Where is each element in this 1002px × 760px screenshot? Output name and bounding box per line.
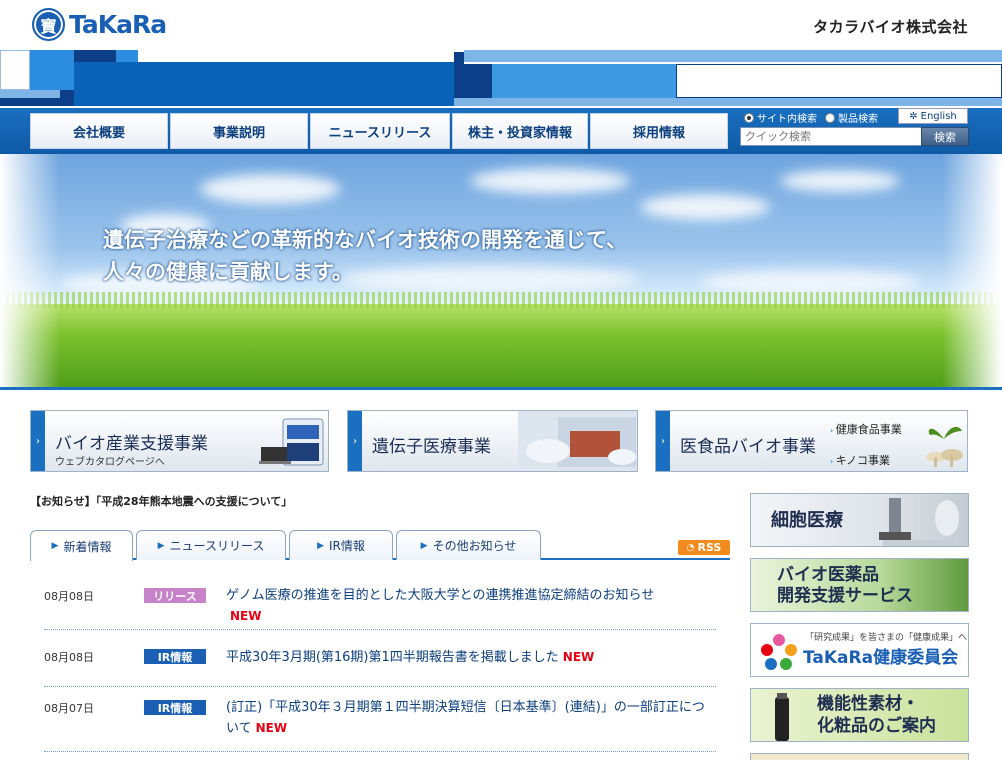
nav-item-recruit[interactable]: 採用情報 xyxy=(590,113,728,149)
takara-seal-icon: 寶 xyxy=(32,8,65,41)
link-health-food[interactable]: › 健康食品事業 xyxy=(830,421,902,437)
chevron-right-icon: ▶ xyxy=(51,541,59,551)
news-title-link[interactable]: 平成30年3月期(第16期)第1四半期報告書を掲載しました NEW xyxy=(226,647,716,668)
news-title-link[interactable]: (訂正)「平成30年３月期第１四半期決算短信〔日本基準〕(連結)」の一部訂正につ… xyxy=(226,698,716,739)
rss-label: RSS xyxy=(697,541,722,554)
link-health-food-label: 健康食品事業 xyxy=(835,423,902,436)
biz-food-bio-title: 医食品バイオ事業 xyxy=(680,437,816,457)
materials-line-1: 機能性素材・ xyxy=(817,694,919,714)
cell-therapy-banner[interactable]: 細胞医療 xyxy=(750,493,969,547)
new-badge: NEW xyxy=(255,721,288,735)
lab-gloves-icon xyxy=(518,411,637,471)
news-tabs: ▶ 新着情報 ▶ ニュースリリース ▶ IR情報 ▶ その他お知らせ xyxy=(30,530,730,561)
nav-item-news[interactable]: ニュースリリース xyxy=(310,113,450,149)
news-title: 平成30年3月期(第16期)第1四半期報告書を掲載しました xyxy=(226,650,559,665)
tab-ir-info[interactable]: ▶ IR情報 xyxy=(289,530,393,560)
flower-logo-icon xyxy=(761,634,797,670)
news-title: (訂正)「平成30年３月期第１四半期決算短信〔日本基準〕(連結)」の一部訂正につ… xyxy=(226,700,705,736)
chevron-right-icon: › xyxy=(31,411,45,471)
cosmetic-bottle-icon xyxy=(775,693,789,741)
nav-item-company[interactable]: 会社概要 xyxy=(30,113,168,149)
radio-site-label: サイト内検索 xyxy=(757,114,817,125)
tab-ir-info-label: IR情報 xyxy=(329,539,365,553)
hero-line-1: 遺伝子治療などの革新的なバイオ技術の開発を通じて、 xyxy=(103,228,627,252)
tab-news-release[interactable]: ▶ ニュースリリース xyxy=(136,530,286,560)
biopharma-support-banner[interactable]: バイオ医薬品 開発支援サービス xyxy=(750,558,969,612)
news-row[interactable]: 08月08日 IR情報 平成30年3月期(第16期)第1四半期報告書を掲載しまし… xyxy=(44,649,716,687)
grass-field xyxy=(0,292,1002,390)
quick-search-input[interactable] xyxy=(740,127,922,146)
biopharma-line-2: 開発支援サービス xyxy=(777,586,913,606)
hero-line-2: 人々の健康に貢献します。 xyxy=(103,260,353,284)
news-date: 08月07日 xyxy=(44,702,94,715)
news-row[interactable]: 08月07日 IR情報 (訂正)「平成30年３月期第１四半期決算短信〔日本基準〕… xyxy=(44,700,716,752)
notice-link[interactable]: 【お知らせ】「平成28年熊本地震への支援について」 xyxy=(30,493,292,509)
header-mosaic-decoration xyxy=(0,50,1002,108)
tab-news-release-label: ニュースリリース xyxy=(169,539,265,553)
news-row[interactable]: 08月08日 リリース ゲノム医療の推進を目的とした大阪大学との連携推進協定締結… xyxy=(44,588,716,630)
chevron-right-icon: ▶ xyxy=(157,540,165,551)
radio-site-search[interactable] xyxy=(744,112,754,123)
chevron-right-icon: ▶ xyxy=(420,540,428,551)
biz-food-bio-banner[interactable]: › 医食品バイオ事業 › 健康食品事業 › キノコ事業 xyxy=(655,410,968,472)
news-category-badge: IR情報 xyxy=(144,700,206,715)
radio-product-label: 製品検索 xyxy=(838,114,878,125)
tab-new-info-label: 新着情報 xyxy=(63,539,112,554)
radio-product-search[interactable] xyxy=(825,112,835,123)
company-name: タカラバイオ株式会社 xyxy=(813,18,968,36)
news-title: ゲノム医療の推進を目的とした大阪大学との連携推進協定締結のお知らせ xyxy=(226,588,655,603)
takara-health-committee-banner[interactable]: 「研究成果」を皆さまの「健康成果」へ TaKaRa健康委員会 xyxy=(750,623,969,677)
committee-caption: 「研究成果」を皆さまの「健康成果」へ xyxy=(805,633,968,643)
nav-item-business[interactable]: 事業説明 xyxy=(170,113,308,149)
chevron-right-icon: › xyxy=(656,411,670,471)
partial-banner[interactable] xyxy=(750,753,969,760)
news-title-link[interactable]: ゲノム医療の推進を目的とした大阪大学との連携推進協定締結のお知らせ NEW xyxy=(226,586,716,627)
plant-mushroom-icon xyxy=(922,413,966,469)
link-mushroom[interactable]: › キノコ事業 xyxy=(830,452,890,468)
nav-menu: 会社概要 事業説明 ニュースリリース 株主・投資家情報 採用情報 xyxy=(30,113,730,149)
biz-bio-industry-banner[interactable]: › バイオ産業支援事業 ウェブカタログページへ xyxy=(30,410,329,472)
biz-gene-medicine-banner[interactable]: › 遺伝子医療事業 xyxy=(347,410,638,472)
link-mushroom-label: キノコ事業 xyxy=(835,454,890,467)
takara-logo[interactable]: 寶 TaKaRa xyxy=(32,8,167,41)
english-link[interactable]: ✲ English xyxy=(898,108,968,124)
hero-banner: 遺伝子治療などの革新的なバイオ技術の開発を通じて、 人々の健康に貢献します。 xyxy=(0,154,1002,390)
search-area: サイト内検索 製品検索 ✲English 検索 xyxy=(738,108,970,154)
chevron-right-icon: › xyxy=(348,411,362,471)
biz-bio-industry-title: バイオ産業支援事業 xyxy=(55,434,208,454)
biz-gene-medicine-title: 遺伝子医療事業 xyxy=(372,437,491,457)
search-button[interactable]: 検索 xyxy=(921,127,969,146)
committee-title: TaKaRa健康委員会 xyxy=(803,648,959,668)
english-label: English xyxy=(920,110,957,122)
chevron-right-icon: ▶ xyxy=(317,540,325,551)
tab-other-notices[interactable]: ▶ その他お知らせ xyxy=(396,530,541,560)
tab-other-notices-label: その他お知らせ xyxy=(432,539,517,553)
search-type-radios: サイト内検索 製品検索 xyxy=(744,110,886,125)
materials-line-2: 化粧品のご案内 xyxy=(817,716,936,736)
thermal-cycler-icon xyxy=(259,417,325,469)
news-category-badge: リリース xyxy=(144,588,206,603)
news-date: 08月08日 xyxy=(44,590,94,603)
gear-icon: ✲ xyxy=(909,110,918,122)
new-badge: NEW xyxy=(230,609,262,623)
microscope-icon xyxy=(879,498,959,546)
cell-therapy-title: 細胞医療 xyxy=(771,510,843,531)
biz-bio-industry-sub: ウェブカタログページへ xyxy=(55,457,165,468)
logo-wordmark: TaKaRa xyxy=(69,10,167,39)
hero-tagline: 遺伝子治療などの革新的なバイオ技術の開発を通じて、 人々の健康に貢献します。 xyxy=(103,224,627,288)
news-category-badge: IR情報 xyxy=(144,649,206,664)
nav-item-investors[interactable]: 株主・投資家情報 xyxy=(452,113,588,149)
rss-button[interactable]: ◔ RSS xyxy=(678,540,730,555)
news-date: 08月08日 xyxy=(44,651,94,664)
global-nav: 会社概要 事業説明 ニュースリリース 株主・投資家情報 採用情報 サイト内検索 … xyxy=(0,108,1002,154)
rss-icon: ◔ xyxy=(686,542,695,553)
site-header: 寶 TaKaRa タカラバイオ株式会社 xyxy=(0,0,1002,50)
new-badge: NEW xyxy=(562,650,595,664)
biopharma-line-1: バイオ医薬品 xyxy=(777,565,879,585)
materials-cosmetics-banner[interactable]: 機能性素材・ 化粧品のご案内 xyxy=(750,688,969,742)
tab-new-info[interactable]: ▶ 新着情報 xyxy=(30,530,133,561)
